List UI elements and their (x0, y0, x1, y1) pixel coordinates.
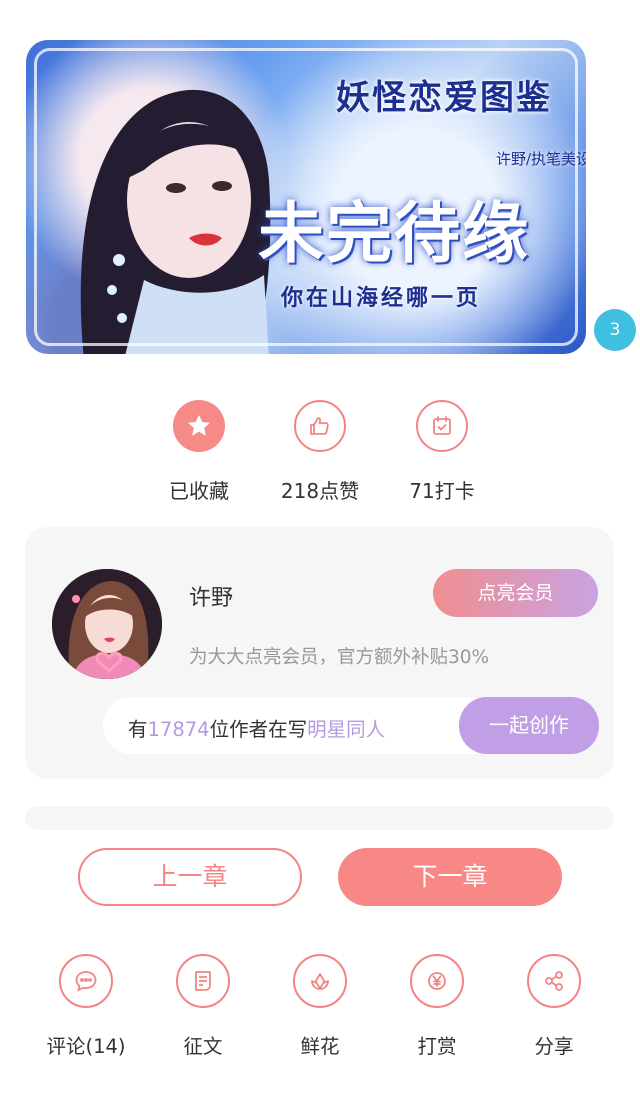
page-number-badge[interactable]: 3 (594, 309, 636, 351)
writers-middle: 位作者在写 (209, 718, 308, 741)
favorite-label: 已收藏 (169, 479, 229, 503)
author-name[interactable]: 许野 (189, 580, 233, 612)
tip-label: 打赏 (417, 1035, 457, 1058)
content-divider (25, 806, 614, 830)
vip-tip-text: 为大大点亮会员，官方额外补贴30% (189, 647, 490, 668)
comment-label: 评论(14) (46, 1035, 126, 1058)
create-together-button[interactable]: 一起创作 (459, 697, 599, 754)
comment-button[interactable]: 评论(14) (31, 954, 141, 1059)
next-chapter-button[interactable]: 下一章 (338, 848, 562, 906)
comment-icon (59, 954, 113, 1008)
light-up-vip-button[interactable]: 点亮会员 (433, 569, 598, 617)
like-count-label: 218点赞 (280, 479, 360, 503)
tip-button[interactable]: 打赏 (382, 954, 492, 1059)
favorite-button[interactable]: 已收藏 (139, 400, 259, 504)
writers-info-text: 有17874位作者在写明星同人 (128, 713, 385, 742)
contest-button[interactable]: 征文 (148, 954, 258, 1059)
checkin-button[interactable]: 71打卡 (382, 400, 502, 504)
calendar-check-icon (416, 400, 468, 452)
flower-label: 鲜花 (300, 1035, 340, 1058)
yen-coin-icon (410, 954, 464, 1008)
previous-chapter-button[interactable]: 上一章 (78, 848, 302, 906)
thumbs-up-icon (294, 400, 346, 452)
flower-button[interactable]: 鲜花 (265, 954, 375, 1059)
banner-main-title: 未完待缘 (258, 194, 530, 272)
writers-prefix: 有 (128, 718, 148, 741)
cover-banner[interactable]: 妖怪恋爱图鉴 许野/执笔美设 未完待缘 你在山海经哪一页 (26, 40, 586, 354)
author-avatar[interactable] (52, 569, 162, 679)
contest-icon (176, 954, 230, 1008)
star-icon (173, 400, 225, 452)
banner-series-title: 妖怪恋爱图鉴 (336, 78, 552, 118)
contest-label: 征文 (183, 1035, 223, 1058)
share-button[interactable]: 分享 (499, 954, 609, 1059)
checkin-count-label: 71打卡 (409, 479, 475, 503)
writers-count: 17874 (147, 718, 210, 741)
banner-author-line: 许野/执笔美设 (496, 150, 586, 168)
share-label: 分享 (534, 1035, 574, 1058)
flower-icon (293, 954, 347, 1008)
share-icon (527, 954, 581, 1008)
banner-subtitle: 你在山海经哪一页 (281, 285, 482, 311)
like-button[interactable]: 218点赞 (260, 400, 380, 504)
writers-topic-link[interactable]: 明星同人 (307, 718, 385, 741)
